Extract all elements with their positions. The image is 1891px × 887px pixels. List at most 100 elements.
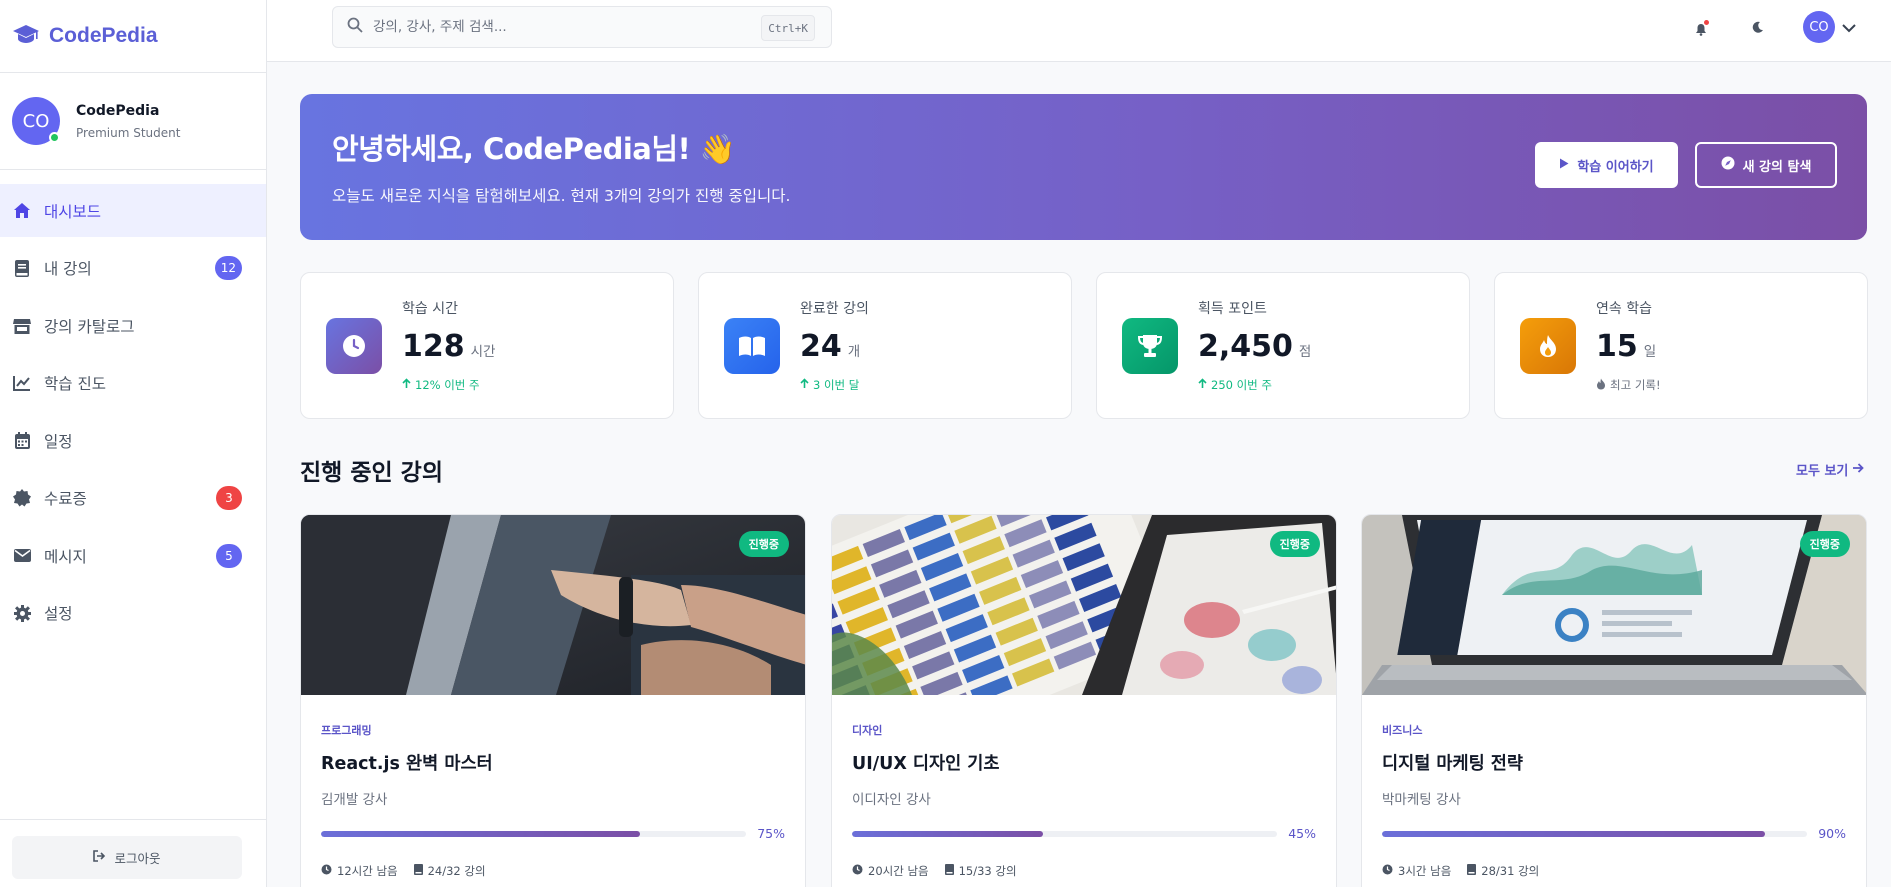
welcome-banner: 안녕하세요, CodePedia님! 👋 오늘도 새로운 지식을 탐험해보세요.… — [300, 94, 1867, 240]
stat-unit: 개 — [847, 344, 861, 360]
sidebar-item-catalog[interactable]: 강의 카탈로그 — [0, 299, 266, 352]
clock-small-icon — [1382, 864, 1393, 878]
sidebar-item-progress[interactable]: 학습 진도 — [0, 357, 266, 410]
store-icon — [12, 318, 32, 334]
stat-value: 15 — [1596, 329, 1638, 364]
progress-percent: 45% — [1288, 826, 1316, 841]
lessons-count: 28/31 강의 — [1481, 864, 1540, 878]
course-instructor: 김개발 강사 — [321, 792, 388, 808]
sidebar-item-schedule[interactable]: 일정 — [0, 414, 266, 467]
chart-line-icon — [12, 375, 32, 391]
shortcut-hint: Ctrl+K — [761, 15, 815, 41]
logout-button[interactable]: 로그아웃 — [12, 836, 242, 879]
book-icon — [12, 259, 32, 277]
profile-name: CodePedia — [76, 102, 160, 119]
progress-bar — [321, 831, 746, 837]
clock-small-icon — [852, 864, 863, 878]
course-category: 프로그래밍 — [321, 724, 372, 737]
sidebar-item-certificates[interactable]: 수료증 3 — [0, 472, 266, 525]
course-instructor: 박마케팅 강사 — [1382, 792, 1461, 808]
certificate-icon — [12, 489, 32, 507]
stat-trend: 최고 기록! — [1596, 377, 1661, 393]
course-title: UI/UX 디자인 기초 — [852, 754, 1000, 774]
stat-label: 획득 포인트 — [1198, 301, 1267, 317]
user-profile[interactable]: CO CodePedia Premium Student — [0, 73, 266, 170]
progress-fill — [1382, 831, 1765, 837]
sidebar-item-label: 학습 진도 — [44, 375, 106, 393]
course-meta: 20시간 남음 15/33 강의 — [852, 863, 1017, 879]
course-card[interactable]: 진행중 프로그래밍 React.js 완벽 마스터 김개발 강사 75% 12시… — [300, 514, 806, 887]
see-all-label: 모두 보기 — [1796, 464, 1849, 479]
search-box[interactable]: Ctrl+K — [332, 6, 832, 48]
calendar-icon — [12, 432, 32, 449]
course-card[interactable]: 진행중 디자인 UI/UX 디자인 기초 이디자인 강사 45% 20시간 남음… — [831, 514, 1337, 887]
home-icon — [12, 202, 32, 219]
time-left: 12시간 남음 — [337, 864, 398, 878]
course-category: 비즈니스 — [1382, 724, 1423, 737]
sidebar-item-label: 강의 카탈로그 — [44, 317, 135, 336]
stat-trend: 3 이번 달 — [800, 377, 859, 393]
stat-card-completed-courses: 완료한 강의 24 개 3 이번 달 — [698, 272, 1072, 419]
profile-role: Premium Student — [76, 125, 181, 140]
sidebar-item-label: 일정 — [44, 432, 73, 451]
certificates-badge: 3 — [216, 486, 242, 510]
status-badge: 진행중 — [1799, 531, 1850, 557]
sign-out-icon — [93, 850, 106, 865]
search-input[interactable] — [373, 19, 743, 35]
stat-label: 학습 시간 — [402, 301, 458, 317]
course-card[interactable]: 진행중 비즈니스 디지털 마케팅 전략 박마케팅 강사 90% 3시간 남음 2… — [1361, 514, 1867, 887]
stat-unit: 일 — [1643, 344, 1657, 360]
progress-percent: 90% — [1818, 826, 1846, 841]
stat-card-study-time: 학습 시간 128 시간 12% 이번 주 — [300, 272, 674, 419]
progress-fill — [321, 831, 640, 837]
stat-trend-text: 최고 기록! — [1610, 378, 1661, 392]
user-menu[interactable]: CO — [1803, 11, 1856, 43]
stat-trend-text: 12% 이번 주 — [415, 378, 480, 392]
stat-trend: 250 이번 주 — [1198, 377, 1272, 393]
logo[interactable]: CodePedia — [0, 0, 266, 73]
progress-bar — [852, 831, 1277, 837]
progress-fill — [852, 831, 1044, 837]
play-icon — [1559, 158, 1569, 173]
notifications-button[interactable] — [1691, 17, 1711, 37]
moon-icon — [1752, 18, 1764, 37]
sidebar-item-label: 수료증 — [44, 490, 87, 508]
sidebar-item-dashboard[interactable]: 대시보드 — [0, 184, 266, 237]
compass-icon — [1721, 156, 1735, 174]
trophy-icon — [1122, 318, 1178, 374]
sidebar-footer: 로그아웃 — [0, 819, 266, 887]
welcome-subtitle: 오늘도 새로운 지식을 탐험해보세요. 현재 3개의 강의가 진행 중입니다. — [332, 187, 791, 205]
clock-icon — [326, 318, 382, 374]
book-small-icon — [944, 864, 954, 878]
clock-small-icon — [321, 864, 332, 878]
see-all-link[interactable]: 모두 보기 — [1796, 460, 1865, 479]
theme-toggle-button[interactable] — [1748, 17, 1768, 37]
course-title: React.js 완벽 마스터 — [321, 754, 493, 774]
brand-name: CodePedia — [49, 24, 158, 47]
stat-value: 2,450 — [1198, 329, 1293, 364]
open-book-icon — [724, 318, 780, 374]
stat-trend-text: 250 이번 주 — [1211, 378, 1273, 392]
stat-trend: 12% 이번 주 — [402, 377, 480, 393]
sidebar-item-label: 설정 — [44, 605, 73, 623]
stat-unit: 시간 — [470, 344, 496, 360]
fire-small-icon — [1596, 378, 1606, 393]
course-category: 디자인 — [852, 724, 883, 737]
arrow-up-icon — [1198, 378, 1207, 392]
chevron-down-icon — [1842, 18, 1856, 37]
sidebar-item-messages[interactable]: 메시지 5 — [0, 529, 266, 582]
notification-dot — [1704, 19, 1709, 25]
sidebar-item-my-courses[interactable]: 내 강의 12 — [0, 242, 266, 295]
course-meta: 12시간 남음 24/32 강의 — [321, 863, 486, 879]
stat-trend-text: 3 이번 달 — [813, 378, 860, 392]
arrow-right-icon — [1852, 462, 1865, 477]
time-left: 3시간 남음 — [1398, 864, 1452, 878]
explore-courses-button[interactable]: 새 강의 탐색 — [1695, 142, 1837, 188]
continue-learning-button[interactable]: 학습 이어하기 — [1535, 142, 1678, 188]
sidebar-item-label: 메시지 — [44, 547, 87, 566]
sidebar-item-settings[interactable]: 설정 — [0, 587, 266, 640]
graduation-cap-icon — [12, 23, 40, 49]
book-small-icon — [1467, 864, 1477, 878]
section-title: 진행 중인 강의 — [300, 460, 443, 486]
book-small-icon — [413, 864, 423, 878]
